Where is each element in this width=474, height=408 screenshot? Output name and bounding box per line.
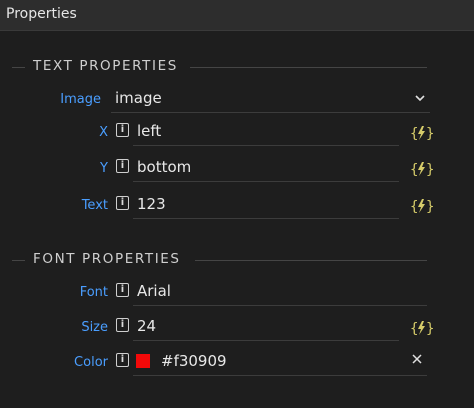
close-icon[interactable] [411,353,423,365]
size-row: Size i 24 { } [0,316,474,346]
x-row: X i left { } [0,121,474,151]
image-value: image [115,89,162,107]
y-value: bottom [137,158,192,176]
info-icon[interactable]: i [116,318,129,332]
text-value: 123 [137,195,166,213]
svg-text:}: } [426,321,434,337]
binding-bolt-icon[interactable]: { } [403,316,434,337]
x-label: X [99,125,108,140]
svg-text:{: { [410,321,418,337]
y-row: Y i bottom { } [0,157,474,187]
panel-title: Properties [6,6,77,22]
font-properties-header: FONT PROPERTIES [0,250,474,270]
image-row: Image image [0,88,474,118]
svg-text:{: { [410,199,418,215]
text-properties-header: TEXT PROPERTIES [0,57,474,77]
svg-text:}: } [426,162,434,178]
color-value: #f30909 [161,352,227,370]
y-label: Y [100,161,108,176]
svg-text:}: } [426,199,434,215]
svg-text:{: { [410,162,418,178]
size-input[interactable]: 24 [133,316,399,341]
font-properties-title: FONT PROPERTIES [33,251,181,267]
binding-bolt-icon[interactable]: { } [403,121,434,142]
section-divider [12,67,25,68]
image-label: Image [60,92,101,107]
binding-bolt-icon[interactable]: { } [403,157,434,178]
image-select[interactable]: image [111,88,430,113]
text-row: Text i 123 { } [0,194,474,224]
info-icon[interactable]: i [116,196,129,210]
section-divider [195,260,427,261]
binding-bolt-icon[interactable]: { } [403,194,434,215]
chevron-down-icon[interactable] [414,93,426,103]
font-input[interactable]: Arial [133,281,427,306]
svg-text:{: { [410,126,418,142]
title-bar: Properties [0,0,474,31]
y-input[interactable]: bottom [133,157,399,182]
info-icon[interactable]: i [116,353,129,367]
text-label: Text [81,198,108,213]
properties-panel: Properties TEXT PROPERTIES Image image X… [0,0,474,408]
color-row: Color i #f30909 [0,351,474,381]
color-label: Color [74,355,108,370]
color-swatch[interactable] [136,354,150,368]
text-properties-title: TEXT PROPERTIES [33,58,178,74]
font-label: Font [79,285,108,300]
info-icon[interactable]: i [116,123,129,137]
color-input[interactable]: #f30909 [133,351,427,376]
info-icon[interactable]: i [116,159,129,173]
font-value: Arial [137,282,171,300]
svg-text:}: } [426,126,434,142]
size-value: 24 [137,317,157,335]
info-icon[interactable]: i [116,283,129,297]
x-input[interactable]: left [133,121,399,146]
section-divider [12,260,25,261]
text-input[interactable]: 123 [133,194,399,219]
font-row: Font i Arial [0,281,474,311]
section-divider [190,67,427,68]
size-label: Size [81,320,108,335]
x-value: left [137,122,162,140]
